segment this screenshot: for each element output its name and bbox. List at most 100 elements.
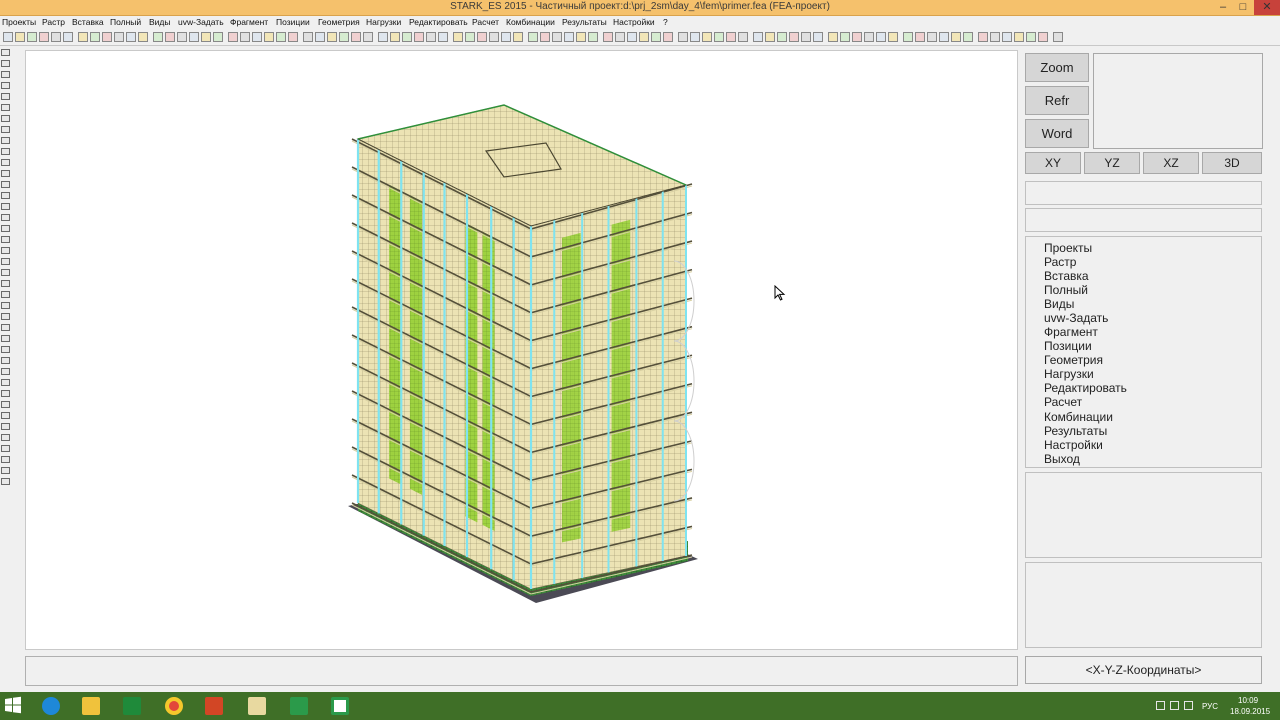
toolbar-tool-icon[interactable] <box>315 32 325 42</box>
menu-item-geometry[interactable]: Геометрия <box>318 17 360 27</box>
toolbar-tool-icon[interactable] <box>726 32 736 42</box>
toolbar-tool-icon[interactable] <box>903 32 913 42</box>
side-menu-item-combinations[interactable]: Комбинации <box>1044 410 1113 424</box>
side-menu-item-views[interactable]: Виды <box>1044 297 1074 311</box>
left-tool-icon[interactable] <box>1 401 10 408</box>
left-tool-icon[interactable] <box>1 357 10 364</box>
toolbar-tool-icon[interactable] <box>939 32 949 42</box>
toolbar-tool-icon[interactable] <box>990 32 1000 42</box>
toolbar-tool-icon[interactable] <box>951 32 961 42</box>
view-xz-button[interactable]: XZ <box>1143 152 1199 174</box>
left-tool-icon[interactable] <box>1 82 10 89</box>
volume-icon[interactable] <box>1184 701 1193 710</box>
toolbar-tool-icon[interactable] <box>813 32 823 42</box>
side-menu-item-insert[interactable]: Вставка <box>1044 269 1089 283</box>
side-menu-item-full[interactable]: Полный <box>1044 283 1088 297</box>
menu-item-views[interactable]: Виды <box>149 17 171 27</box>
left-tool-icon[interactable] <box>1 368 10 375</box>
left-tool-icon[interactable] <box>1 434 10 441</box>
excel-icon[interactable] <box>113 694 151 718</box>
menu-item-settings[interactable]: Настройки <box>613 17 655 27</box>
toolbar-tool-icon[interactable] <box>3 32 13 42</box>
toolbar-tool-icon[interactable] <box>414 32 424 42</box>
left-tool-icon[interactable] <box>1 412 10 419</box>
toolbar-tool-icon[interactable] <box>489 32 499 42</box>
toolbar-tool-icon[interactable] <box>78 32 88 42</box>
app-green-icon[interactable] <box>280 694 318 718</box>
close-button[interactable]: ✕ <box>1254 0 1280 15</box>
left-tool-icon[interactable] <box>1 126 10 133</box>
menu-item-help[interactable]: ? <box>663 17 668 27</box>
powerpoint-icon[interactable] <box>195 694 233 718</box>
toolbar-tool-icon[interactable] <box>339 32 349 42</box>
clock-date[interactable]: 18.09.2015 <box>1230 707 1270 716</box>
toolbar-tool-icon[interactable] <box>876 32 886 42</box>
left-tool-icon[interactable] <box>1 115 10 122</box>
toolbar-tool-icon[interactable] <box>663 32 673 42</box>
ie-icon[interactable] <box>32 694 70 718</box>
word-button[interactable]: Word <box>1025 119 1089 148</box>
left-tool-icon[interactable] <box>1 478 10 485</box>
side-menu-item-geometry[interactable]: Геометрия <box>1044 353 1103 367</box>
toolbar-tool-icon[interactable] <box>651 32 661 42</box>
left-tool-icon[interactable] <box>1 467 10 474</box>
menu-item-full[interactable]: Полный <box>110 17 141 27</box>
language-indicator[interactable]: РУС <box>1202 702 1218 711</box>
explorer-icon[interactable] <box>72 694 110 718</box>
side-menu-item-settings[interactable]: Настройки <box>1044 438 1103 452</box>
left-tool-icon[interactable] <box>1 71 10 78</box>
toolbar-tool-icon[interactable] <box>201 32 211 42</box>
left-tool-icon[interactable] <box>1 104 10 111</box>
left-tool-icon[interactable] <box>1 247 10 254</box>
side-menu-item-fragment[interactable]: Фрагмент <box>1044 325 1098 339</box>
left-tool-icon[interactable] <box>1 49 10 56</box>
toolbar-tool-icon[interactable] <box>213 32 223 42</box>
toolbar-tool-icon[interactable] <box>639 32 649 42</box>
view-xy-button[interactable]: XY <box>1025 152 1081 174</box>
left-tool-icon[interactable] <box>1 159 10 166</box>
left-tool-icon[interactable] <box>1 390 10 397</box>
toolbar-tool-icon[interactable] <box>288 32 298 42</box>
menu-item-edit[interactable]: Редактировать <box>409 17 468 27</box>
menu-item-fragment[interactable]: Фрагмент <box>230 17 268 27</box>
toolbar-tool-icon[interactable] <box>1053 32 1063 42</box>
toolbar-tool-icon[interactable] <box>789 32 799 42</box>
toolbar-tool-icon[interactable] <box>702 32 712 42</box>
toolbar-tool-icon[interactable] <box>402 32 412 42</box>
toolbar-tool-icon[interactable] <box>753 32 763 42</box>
left-tool-icon[interactable] <box>1 269 10 276</box>
toolbar-tool-icon[interactable] <box>153 32 163 42</box>
toolbar-tool-icon[interactable] <box>63 32 73 42</box>
left-tool-icon[interactable] <box>1 280 10 287</box>
refresh-button[interactable]: Refr <box>1025 86 1089 115</box>
maximize-button[interactable]: □ <box>1234 0 1252 15</box>
toolbar-tool-icon[interactable] <box>27 32 37 42</box>
left-tool-icon[interactable] <box>1 324 10 331</box>
menu-item-results[interactable]: Результаты <box>562 17 607 27</box>
left-tool-icon[interactable] <box>1 456 10 463</box>
menu-item-positions[interactable]: Позиции <box>276 17 310 27</box>
side-menu-item-results[interactable]: Результаты <box>1044 424 1107 438</box>
toolbar-tool-icon[interactable] <box>327 32 337 42</box>
toolbar-tool-icon[interactable] <box>303 32 313 42</box>
side-menu-item-exit[interactable]: Выход <box>1044 452 1080 466</box>
toolbar-tool-icon[interactable] <box>603 32 613 42</box>
toolbar-tool-icon[interactable] <box>252 32 262 42</box>
left-tool-icon[interactable] <box>1 192 10 199</box>
chrome-icon[interactable] <box>155 694 193 718</box>
side-menu-item-raster[interactable]: Растр <box>1044 255 1076 269</box>
left-tool-icon[interactable] <box>1 225 10 232</box>
toolbar-tool-icon[interactable] <box>627 32 637 42</box>
menu-item-uvw[interactable]: uvw-Задать <box>178 17 224 27</box>
left-tool-icon[interactable] <box>1 335 10 342</box>
menu-item-insert[interactable]: Вставка <box>72 17 104 27</box>
left-tool-icon[interactable] <box>1 60 10 67</box>
toolbar-tool-icon[interactable] <box>477 32 487 42</box>
left-tool-icon[interactable] <box>1 181 10 188</box>
toolbar-tool-icon[interactable] <box>138 32 148 42</box>
left-tool-icon[interactable] <box>1 214 10 221</box>
toolbar-tool-icon[interactable] <box>276 32 286 42</box>
toolbar-tool-icon[interactable] <box>390 32 400 42</box>
network-icon[interactable] <box>1170 701 1179 710</box>
side-menu-item-positions[interactable]: Позиции <box>1044 339 1092 353</box>
